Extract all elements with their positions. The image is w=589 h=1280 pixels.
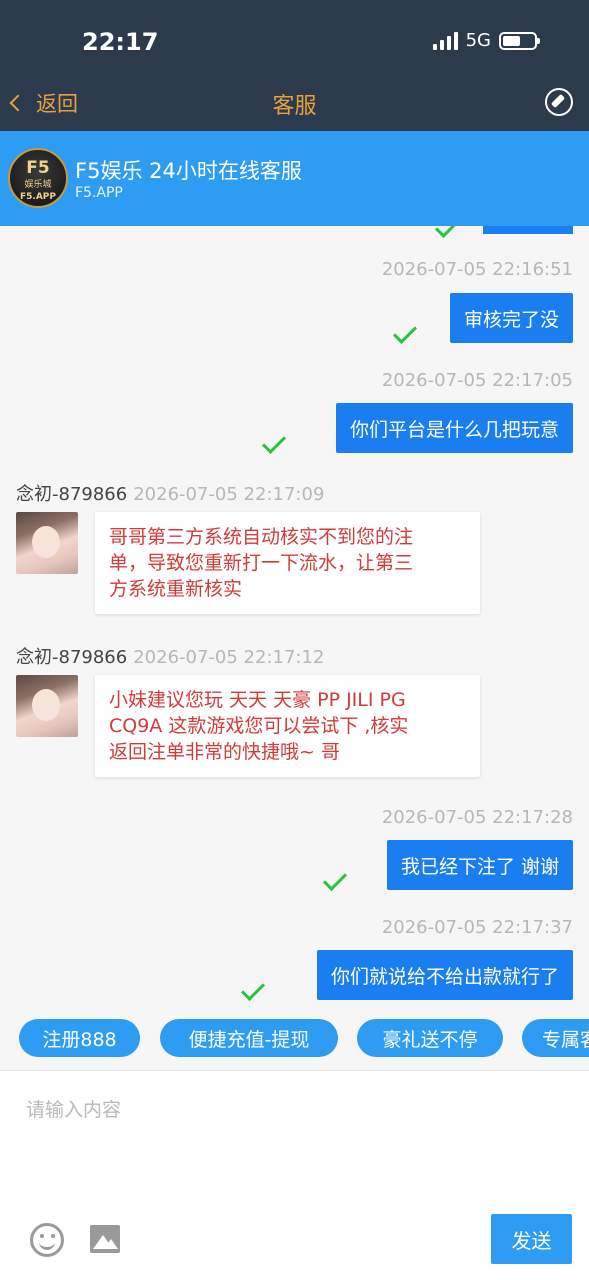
brand-logo: F5 娱乐城 F5.APP bbox=[8, 148, 68, 208]
logo-text-top: F5 bbox=[26, 158, 50, 178]
read-check-icon bbox=[261, 429, 287, 455]
quick-reply-bar[interactable]: 注册888 便捷充值-提现 豪礼送不停 专属客 bbox=[0, 1008, 589, 1070]
chat-header: F5 娱乐城 F5.APP F5娱乐 24小时在线客服 F5.APP bbox=[0, 131, 589, 226]
network-type: 5G bbox=[465, 30, 491, 51]
compass-icon[interactable] bbox=[545, 88, 573, 116]
read-check-icon bbox=[322, 866, 348, 892]
message-time: 2026-07-05 22:17:05 bbox=[381, 370, 573, 391]
header-title: F5娱乐 24小时在线客服 bbox=[75, 159, 302, 183]
image-icon[interactable] bbox=[90, 1225, 120, 1253]
message-input[interactable] bbox=[0, 1071, 358, 1199]
composer: 发送 bbox=[0, 1070, 589, 1280]
avatar[interactable] bbox=[16, 512, 78, 574]
outgoing-message[interactable]: 我已经下注了 谢谢 bbox=[386, 840, 573, 890]
status-time: 22:17 bbox=[82, 28, 159, 56]
message-line: 返回注单非常的快捷哦~ 哥 bbox=[109, 741, 340, 763]
message-time: 2026-07-05 22:17:12 bbox=[133, 647, 325, 668]
sender-line: 念初-879866 2026-07-05 22:17:12 bbox=[16, 643, 324, 669]
status-indicators: 5G bbox=[432, 30, 540, 51]
send-button[interactable]: 发送 bbox=[491, 1214, 572, 1264]
message-time: 2026-07-05 22:17:28 bbox=[381, 807, 573, 828]
previous-message-bubble bbox=[483, 226, 573, 234]
signal-icon bbox=[432, 31, 458, 50]
chat-messages[interactable]: 2026-07-05 22:16:51 审核完了没 2026-07-05 22:… bbox=[0, 226, 589, 1008]
message-line: 方系统重新核实 bbox=[109, 578, 243, 600]
message-line: 单，导致您重新打一下流水，让第三 bbox=[109, 552, 414, 574]
battery-icon bbox=[499, 31, 540, 50]
page-title: 客服 bbox=[272, 94, 317, 119]
quick-button-exclusive[interactable]: 专属客 bbox=[522, 1019, 589, 1057]
read-check-icon bbox=[240, 976, 266, 1002]
sender-name: 念初-879866 bbox=[16, 484, 128, 505]
incoming-message[interactable]: 小妹建议您玩 天天 天豪 PP JILI PG CQ9A 这款游戏您可以尝试下 … bbox=[95, 675, 480, 777]
outgoing-message[interactable]: 你们就说给不给出款就行了 bbox=[316, 950, 573, 1000]
avatar[interactable] bbox=[16, 675, 78, 737]
battery-level-fill bbox=[503, 35, 520, 46]
message-line: CQ9A 这款游戏您可以尝试下 ,核实 bbox=[109, 715, 409, 737]
quick-button-recharge[interactable]: 便捷充值-提现 bbox=[160, 1019, 338, 1057]
sender-name: 念初-879866 bbox=[16, 647, 128, 668]
outgoing-message[interactable]: 审核完了没 bbox=[449, 293, 573, 343]
message-time: 2026-07-05 22:17:37 bbox=[381, 917, 573, 938]
logo-text-middle: 娱乐城 bbox=[24, 180, 52, 190]
sender-line: 念初-879866 2026-07-05 22:17:09 bbox=[16, 480, 324, 506]
top-bar: 22:17 5G 返回 客服 bbox=[0, 0, 589, 131]
incoming-message[interactable]: 哥哥第三方系统自动核实不到您的注 单，导致您重新打一下流水，让第三 方系统重新核… bbox=[95, 512, 480, 614]
message-line: 哥哥第三方系统自动核实不到您的注 bbox=[109, 526, 414, 548]
message-time: 2026-07-05 22:17:09 bbox=[133, 484, 325, 505]
read-check-icon bbox=[392, 319, 418, 345]
message-line: 小妹建议您玩 天天 天豪 PP JILI PG bbox=[109, 689, 406, 711]
logo-text-bottom: F5.APP bbox=[20, 192, 56, 202]
header-subtitle: F5.APP bbox=[75, 185, 123, 201]
quick-button-gifts[interactable]: 豪礼送不停 bbox=[357, 1019, 503, 1057]
read-check-icon bbox=[434, 226, 460, 239]
outgoing-message[interactable]: 你们平台是什么几把玩意 bbox=[335, 403, 573, 453]
emoji-icon[interactable] bbox=[30, 1223, 64, 1257]
message-time: 2026-07-05 22:16:51 bbox=[381, 259, 573, 280]
quick-button-register[interactable]: 注册888 bbox=[19, 1019, 140, 1057]
